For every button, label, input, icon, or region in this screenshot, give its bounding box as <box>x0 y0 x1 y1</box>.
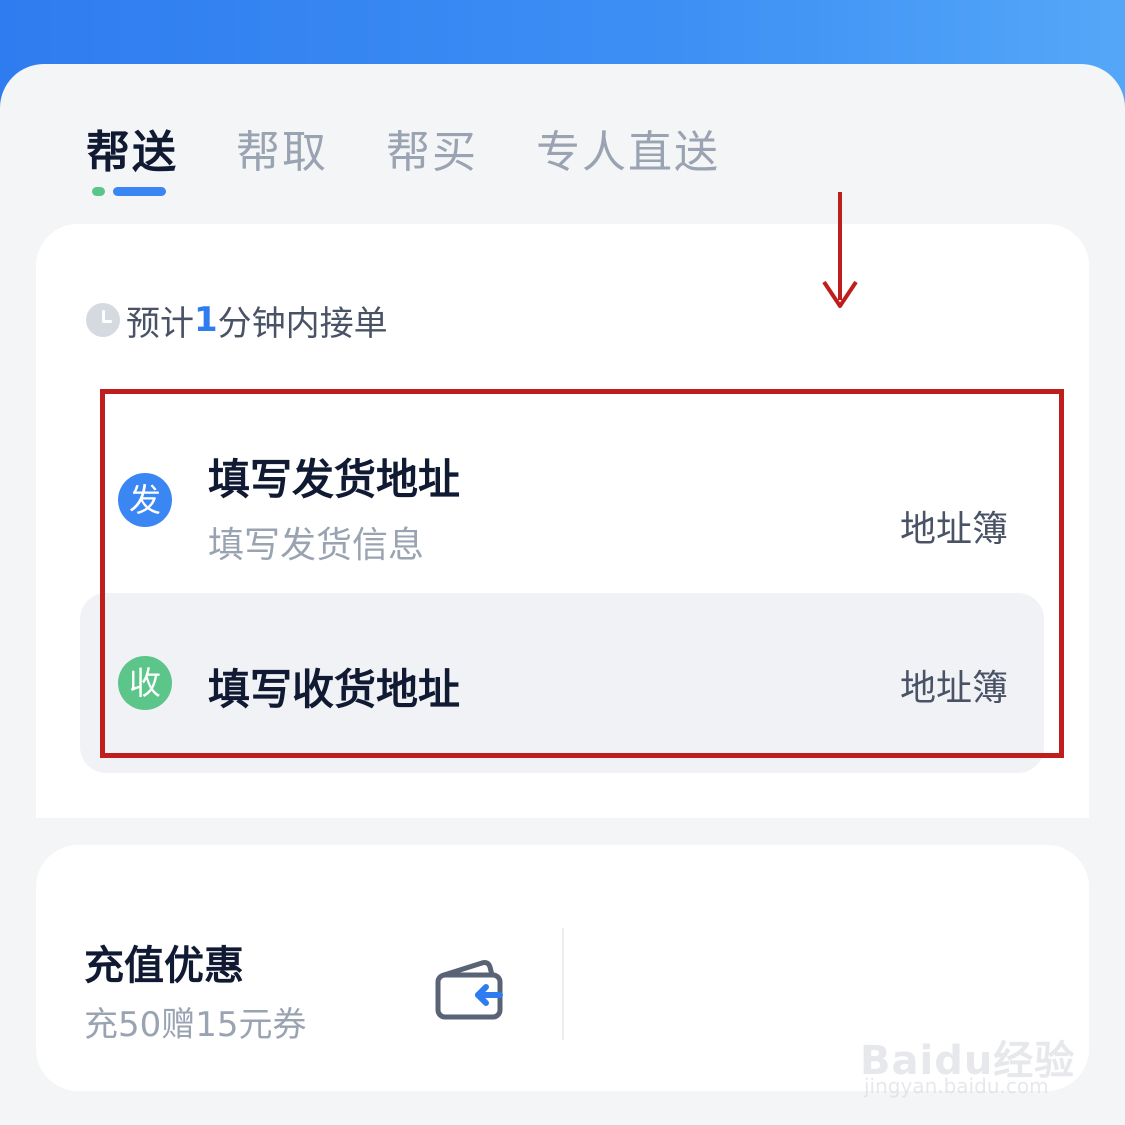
indicator-bar <box>113 187 166 196</box>
wallet-icon[interactable] <box>434 957 506 1023</box>
tab-help-pickup[interactable]: 帮取 <box>236 116 328 180</box>
promo-title: 充值优惠 <box>84 943 244 989</box>
promo-divider <box>562 928 564 1040</box>
eta-line: 预计 1 分钟内接单 <box>86 300 388 344</box>
sender-address-book-link[interactable]: 地址簿 <box>900 500 1008 552</box>
order-card: 预计 1 分钟内接单 发 填写发货地址 填写发货信息 地址簿 收 填写收货地址 … <box>36 224 1089 818</box>
annotation-arrow-icon <box>822 192 858 308</box>
tab-dedicated-delivery[interactable]: 专人直送 <box>536 116 720 180</box>
clock-icon <box>86 303 120 337</box>
tab-help-send[interactable]: 帮送 <box>86 116 178 180</box>
receiver-badge: 收 <box>118 656 172 710</box>
receiver-address-title: 填写收货地址 <box>208 665 461 714</box>
sender-address-row[interactable]: 发 填写发货地址 填写发货信息 地址簿 <box>80 384 1044 594</box>
baidu-jingyan-watermark: Baidu经验 jingyan.baidu.com <box>860 1000 1074 1110</box>
promo-subtitle: 充50赠15元券 <box>84 1005 307 1045</box>
sender-address-subtitle: 填写发货信息 <box>208 525 425 566</box>
receiver-address-row[interactable]: 收 填写收货地址 地址簿 <box>80 593 1044 773</box>
active-tab-indicator <box>92 187 166 196</box>
eta-suffix: 分钟内接单 <box>217 303 388 344</box>
receiver-address-book-link[interactable]: 地址簿 <box>900 659 1008 711</box>
eta-minutes: 1 <box>194 300 218 340</box>
main-sheet: 帮送 帮取 帮买 专人直送 预计 1 分钟内接单 发 填写发货地址 填写发货信息… <box>0 64 1125 1125</box>
indicator-dot <box>92 187 105 196</box>
watermark-url: jingyan.baidu.com <box>864 1074 1049 1098</box>
sender-badge: 发 <box>118 473 172 527</box>
sender-address-title: 填写发货地址 <box>208 455 461 504</box>
tab-help-buy[interactable]: 帮买 <box>386 116 478 180</box>
service-tabs: 帮送 帮取 帮买 专人直送 <box>0 64 1125 214</box>
eta-prefix: 预计 <box>126 303 194 344</box>
